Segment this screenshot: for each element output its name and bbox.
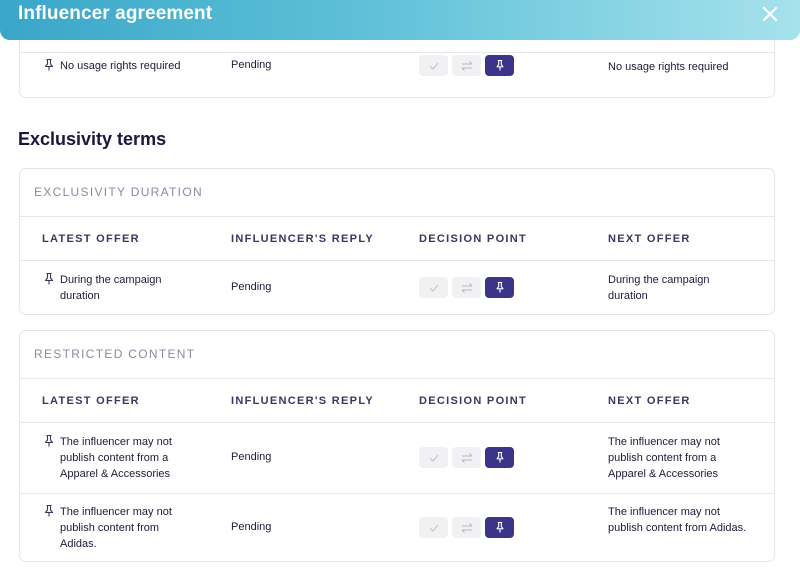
pin-icon — [495, 281, 504, 293]
exclusivity-duration-card: EXCLUSIVITY DURATION LATEST OFFER INFLUE… — [19, 168, 775, 315]
column-header-latest-offer: LATEST OFFER — [42, 233, 140, 245]
modal-body: No usage rights required Pending No usag… — [0, 40, 800, 568]
card-heading: RESTRICTED CONTENT — [34, 347, 196, 361]
decision-point — [419, 55, 514, 76]
latest-offer-text: During the campaign duration — [60, 274, 162, 302]
row-divider — [20, 493, 774, 494]
column-header-next-offer: NEXT OFFER — [608, 233, 691, 245]
row-divider — [20, 260, 774, 261]
keep-offer-button[interactable] — [485, 55, 514, 76]
counter-offer-button[interactable] — [452, 277, 481, 298]
pin-icon — [495, 59, 504, 71]
latest-offer-cell: The influencer may not publish content f… — [42, 504, 192, 552]
next-offer: During the campaign duration — [608, 274, 710, 302]
swap-icon — [461, 522, 472, 533]
pin-icon — [42, 504, 56, 518]
keep-offer-button[interactable] — [485, 447, 514, 468]
next-offer: The influencer may not publish content f… — [608, 506, 747, 534]
column-header-influencer-reply: INFLUENCER'S REPLY — [231, 395, 374, 407]
row-divider — [20, 52, 774, 53]
counter-offer-button[interactable] — [452, 517, 481, 538]
keep-offer-button[interactable] — [485, 517, 514, 538]
card-heading: EXCLUSIVITY DURATION — [34, 185, 203, 199]
latest-offer-text: The influencer may not publish content f… — [60, 506, 172, 550]
check-icon — [429, 524, 438, 532]
close-button[interactable] — [760, 4, 780, 24]
next-offer: The influencer may not publish content f… — [608, 436, 720, 480]
swap-icon — [461, 282, 472, 293]
column-header-latest-offer: LATEST OFFER — [42, 395, 140, 407]
keep-offer-button[interactable] — [485, 277, 514, 298]
restricted-content-card: RESTRICTED CONTENT LATEST OFFER INFLUENC… — [19, 330, 775, 562]
row-divider — [20, 422, 774, 423]
latest-offer-cell: During the campaign duration — [42, 272, 192, 304]
column-header-decision-point: DECISION POINT — [419, 233, 528, 245]
pin-icon — [42, 434, 56, 448]
header-divider — [20, 378, 774, 379]
latest-offer-text: The influencer may not publish content f… — [60, 436, 172, 480]
accept-button[interactable] — [419, 517, 448, 538]
swap-icon — [461, 60, 472, 71]
header-divider — [20, 216, 774, 217]
column-header-next-offer: NEXT OFFER — [608, 395, 691, 407]
modal-header: Influencer agreement — [0, 0, 800, 40]
latest-offer-cell: No usage rights required — [42, 58, 192, 74]
accept-button[interactable] — [419, 447, 448, 468]
usage-rights-card: No usage rights required Pending No usag… — [19, 40, 775, 98]
influencer-reply: Pending — [231, 281, 272, 293]
influencer-reply: Pending — [231, 59, 272, 71]
counter-offer-button[interactable] — [452, 447, 481, 468]
close-icon — [762, 6, 778, 22]
accept-button[interactable] — [419, 277, 448, 298]
latest-offer-text: No usage rights required — [60, 60, 181, 72]
accept-button[interactable] — [419, 55, 448, 76]
modal-title: Influencer agreement — [18, 3, 213, 24]
pin-icon — [42, 272, 56, 286]
influencer-reply: Pending — [231, 451, 272, 463]
next-offer: No usage rights required — [608, 61, 729, 73]
swap-icon — [461, 452, 472, 463]
counter-offer-button[interactable] — [452, 55, 481, 76]
decision-point — [419, 447, 514, 468]
column-header-influencer-reply: INFLUENCER'S REPLY — [231, 233, 374, 245]
decision-point — [419, 517, 514, 538]
pin-icon — [495, 451, 504, 463]
pin-icon — [495, 521, 504, 533]
check-icon — [429, 284, 438, 292]
column-header-decision-point: DECISION POINT — [419, 395, 528, 407]
pin-icon — [42, 58, 56, 72]
latest-offer-cell: The influencer may not publish content f… — [42, 434, 192, 482]
section-title: Exclusivity terms — [18, 129, 167, 149]
check-icon — [429, 454, 438, 462]
decision-point — [419, 277, 514, 298]
influencer-reply: Pending — [231, 521, 272, 533]
check-icon — [429, 62, 438, 70]
